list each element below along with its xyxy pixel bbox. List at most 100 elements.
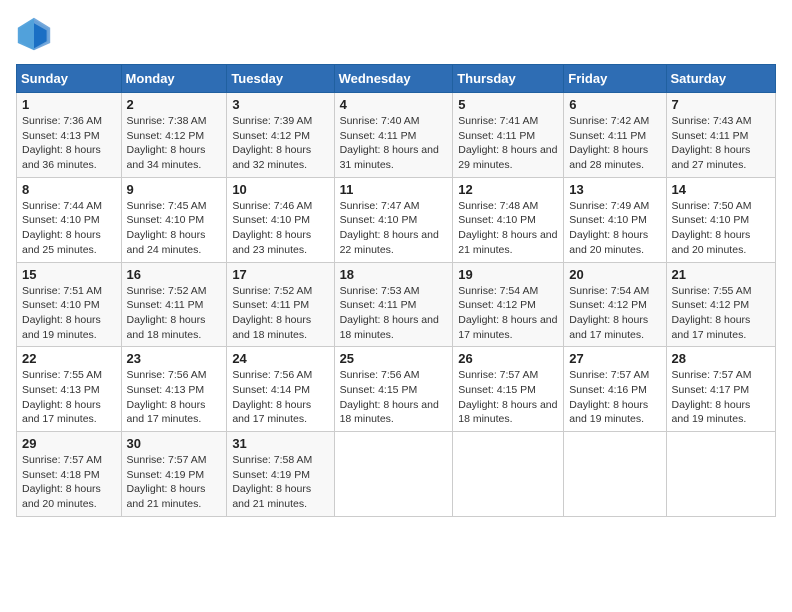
calendar-cell: 25Sunrise: 7:56 AMSunset: 4:15 PMDayligh…: [334, 347, 453, 432]
day-number: 23: [127, 351, 222, 366]
calendar-cell: [334, 432, 453, 517]
calendar-cell: 23 Sunrise: 7:56 AMSunset: 4:13 PMDayligh…: [121, 347, 227, 432]
calendar-cell: 22 Sunrise: 7:55 AMSunset: 4:13 PMDayligh…: [17, 347, 122, 432]
cell-info: Sunrise: 7:57 AMSunset: 4:18 PMDaylight:…: [22, 454, 102, 510]
calendar-day-header: Monday: [121, 65, 227, 93]
calendar-cell: 15 Sunrise: 7:51 AMSunset: 4:10 PMDayligh…: [17, 262, 122, 347]
calendar-header-row: SundayMondayTuesdayWednesdayThursdayFrid…: [17, 65, 776, 93]
calendar-cell: 10Sunrise: 7:46 AMSunset: 4:10 PMDayligh…: [227, 177, 334, 262]
logo-icon: [16, 16, 52, 52]
calendar-cell: 3 Sunrise: 7:39 AMSunset: 4:12 PMDaylight…: [227, 93, 334, 178]
day-number: 31: [232, 436, 328, 451]
cell-info: Sunrise: 7:43 AMSunset: 4:11 PMDaylight:…: [672, 115, 752, 171]
cell-info: Sunrise: 7:46 AMSunset: 4:10 PMDaylight:…: [232, 200, 312, 256]
day-number: 4: [340, 97, 448, 112]
day-number: 3: [232, 97, 328, 112]
calendar-cell: 30 Sunrise: 7:57 AMSunset: 4:19 PMDayligh…: [121, 432, 227, 517]
calendar-table: SundayMondayTuesdayWednesdayThursdayFrid…: [16, 64, 776, 517]
calendar-cell: 8 Sunrise: 7:44 AMSunset: 4:10 PMDaylight…: [17, 177, 122, 262]
calendar-cell: [564, 432, 666, 517]
cell-info: Sunrise: 7:55 AMSunset: 4:12 PMDaylight:…: [672, 285, 752, 341]
calendar-week-row: 8 Sunrise: 7:44 AMSunset: 4:10 PMDaylight…: [17, 177, 776, 262]
calendar-cell: 4 Sunrise: 7:40 AMSunset: 4:11 PMDaylight…: [334, 93, 453, 178]
cell-info: Sunrise: 7:44 AMSunset: 4:10 PMDaylight:…: [22, 200, 102, 256]
day-number: 25: [340, 351, 448, 366]
calendar-day-header: Saturday: [666, 65, 775, 93]
day-number: 12: [458, 182, 558, 197]
day-number: 29: [22, 436, 116, 451]
calendar-cell: 20 Sunrise: 7:54 AMSunset: 4:12 PMDayligh…: [564, 262, 666, 347]
calendar-day-header: Friday: [564, 65, 666, 93]
cell-info: Sunrise: 7:36 AMSunset: 4:13 PMDaylight:…: [22, 115, 102, 171]
cell-info: Sunrise: 7:57 AMSunset: 4:16 PMDaylight:…: [569, 369, 649, 425]
calendar-cell: 19Sunrise: 7:54 AMSunset: 4:12 PMDayligh…: [453, 262, 564, 347]
cell-info: Sunrise: 7:48 AMSunset: 4:10 PMDaylight:…: [458, 200, 557, 256]
day-number: 5: [458, 97, 558, 112]
calendar-cell: [453, 432, 564, 517]
page-header: [16, 16, 776, 52]
calendar-day-header: Sunday: [17, 65, 122, 93]
calendar-cell: 27Sunrise: 7:57 AMSunset: 4:16 PMDayligh…: [564, 347, 666, 432]
day-number: 26: [458, 351, 558, 366]
calendar-cell: 31 Sunrise: 7:58 AMSunset: 4:19 PMDayligh…: [227, 432, 334, 517]
calendar-cell: 5Sunrise: 7:41 AMSunset: 4:11 PMDaylight…: [453, 93, 564, 178]
day-number: 21: [672, 267, 770, 282]
day-number: 9: [127, 182, 222, 197]
day-number: 7: [672, 97, 770, 112]
day-number: 17: [232, 267, 328, 282]
day-number: 2: [127, 97, 222, 112]
day-number: 20: [569, 267, 660, 282]
cell-info: Sunrise: 7:57 AMSunset: 4:15 PMDaylight:…: [458, 369, 557, 425]
calendar-cell: 16Sunrise: 7:52 AMSunset: 4:11 PMDayligh…: [121, 262, 227, 347]
day-number: 11: [340, 182, 448, 197]
calendar-cell: 17 Sunrise: 7:52 AMSunset: 4:11 PMDayligh…: [227, 262, 334, 347]
cell-info: Sunrise: 7:47 AMSunset: 4:10 PMDaylight:…: [340, 200, 439, 256]
day-number: 8: [22, 182, 116, 197]
cell-info: Sunrise: 7:49 AMSunset: 4:10 PMDaylight:…: [569, 200, 649, 256]
cell-info: Sunrise: 7:45 AMSunset: 4:10 PMDaylight:…: [127, 200, 207, 256]
calendar-cell: 11 Sunrise: 7:47 AMSunset: 4:10 PMDayligh…: [334, 177, 453, 262]
day-number: 14: [672, 182, 770, 197]
calendar-cell: 13 Sunrise: 7:49 AMSunset: 4:10 PMDayligh…: [564, 177, 666, 262]
calendar-cell: 2 Sunrise: 7:38 AMSunset: 4:12 PMDaylight…: [121, 93, 227, 178]
cell-info: Sunrise: 7:51 AMSunset: 4:10 PMDaylight:…: [22, 285, 102, 341]
calendar-cell: 1 Sunrise: 7:36 AMSunset: 4:13 PMDaylight…: [17, 93, 122, 178]
cell-info: Sunrise: 7:55 AMSunset: 4:13 PMDaylight:…: [22, 369, 102, 425]
calendar-cell: 12 Sunrise: 7:48 AMSunset: 4:10 PMDayligh…: [453, 177, 564, 262]
calendar-week-row: 22 Sunrise: 7:55 AMSunset: 4:13 PMDayligh…: [17, 347, 776, 432]
cell-info: Sunrise: 7:39 AMSunset: 4:12 PMDaylight:…: [232, 115, 312, 171]
cell-info: Sunrise: 7:54 AMSunset: 4:12 PMDaylight:…: [458, 285, 557, 341]
day-number: 30: [127, 436, 222, 451]
cell-info: Sunrise: 7:50 AMSunset: 4:10 PMDaylight:…: [672, 200, 752, 256]
calendar-day-header: Tuesday: [227, 65, 334, 93]
cell-info: Sunrise: 7:57 AMSunset: 4:17 PMDaylight:…: [672, 369, 752, 425]
calendar-cell: 24Sunrise: 7:56 AMSunset: 4:14 PMDayligh…: [227, 347, 334, 432]
day-number: 13: [569, 182, 660, 197]
day-number: 22: [22, 351, 116, 366]
calendar-day-header: Wednesday: [334, 65, 453, 93]
cell-info: Sunrise: 7:38 AMSunset: 4:12 PMDaylight:…: [127, 115, 207, 171]
calendar-week-row: 1 Sunrise: 7:36 AMSunset: 4:13 PMDaylight…: [17, 93, 776, 178]
calendar-cell: 18Sunrise: 7:53 AMSunset: 4:11 PMDayligh…: [334, 262, 453, 347]
calendar-body: 1 Sunrise: 7:36 AMSunset: 4:13 PMDaylight…: [17, 93, 776, 517]
day-number: 28: [672, 351, 770, 366]
calendar-week-row: 15 Sunrise: 7:51 AMSunset: 4:10 PMDayligh…: [17, 262, 776, 347]
calendar-cell: 21 Sunrise: 7:55 AMSunset: 4:12 PMDayligh…: [666, 262, 775, 347]
cell-info: Sunrise: 7:54 AMSunset: 4:12 PMDaylight:…: [569, 285, 649, 341]
calendar-cell: 29 Sunrise: 7:57 AMSunset: 4:18 PMDayligh…: [17, 432, 122, 517]
cell-info: Sunrise: 7:58 AMSunset: 4:19 PMDaylight:…: [232, 454, 312, 510]
cell-info: Sunrise: 7:52 AMSunset: 4:11 PMDaylight:…: [127, 285, 207, 341]
day-number: 1: [22, 97, 116, 112]
cell-info: Sunrise: 7:42 AMSunset: 4:11 PMDaylight:…: [569, 115, 649, 171]
cell-info: Sunrise: 7:56 AMSunset: 4:13 PMDaylight:…: [127, 369, 207, 425]
cell-info: Sunrise: 7:57 AMSunset: 4:19 PMDaylight:…: [127, 454, 207, 510]
day-number: 15: [22, 267, 116, 282]
cell-info: Sunrise: 7:56 AMSunset: 4:14 PMDaylight:…: [232, 369, 312, 425]
logo: [16, 16, 56, 52]
calendar-week-row: 29 Sunrise: 7:57 AMSunset: 4:18 PMDayligh…: [17, 432, 776, 517]
cell-info: Sunrise: 7:52 AMSunset: 4:11 PMDaylight:…: [232, 285, 312, 341]
calendar-cell: 14 Sunrise: 7:50 AMSunset: 4:10 PMDayligh…: [666, 177, 775, 262]
calendar-day-header: Thursday: [453, 65, 564, 93]
calendar-cell: 26 Sunrise: 7:57 AMSunset: 4:15 PMDayligh…: [453, 347, 564, 432]
cell-info: Sunrise: 7:40 AMSunset: 4:11 PMDaylight:…: [340, 115, 439, 171]
